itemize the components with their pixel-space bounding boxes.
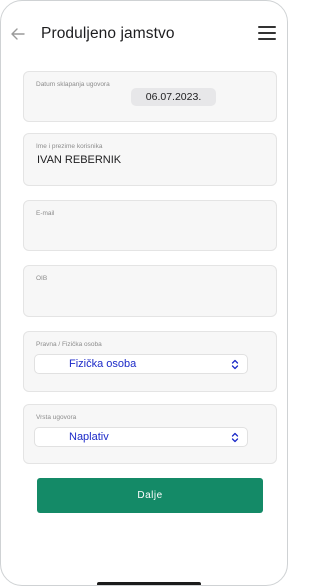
oib-label: OIB [36, 275, 48, 282]
contract-date-value: 06.07.2023. [145, 91, 202, 103]
user-name-label: Ime i prezime korisnika [36, 143, 103, 150]
user-name-field[interactable]: Ime i prezime korisnika IVAN REBERNIK [23, 133, 277, 186]
arrow-left-icon[interactable] [9, 25, 27, 43]
app-header: Produljeno jamstvo [1, 1, 287, 63]
date-picker[interactable]: 06.07.2023. [131, 88, 216, 106]
phone-frame: Produljeno jamstvo Datum sklapanja ugovo… [0, 0, 288, 586]
user-name-value: IVAN REBERNIK [37, 154, 122, 166]
oib-field[interactable]: OIB [23, 265, 277, 317]
hamburger-menu-icon[interactable] [258, 26, 276, 42]
contract-type-select[interactable]: Naplativ [34, 427, 248, 447]
email-label: E-mail [36, 210, 55, 217]
person-type-label: Pravna / Fizička osoba [36, 341, 102, 348]
contract-type-label: Vrsta ugovora [36, 414, 77, 421]
contract-date-label: Datum sklapanja ugovora [36, 81, 110, 88]
chevron-up-down-icon [231, 359, 239, 370]
page-title: Produljeno jamstvo [41, 25, 175, 42]
contract-type-selected: Naplativ [69, 431, 109, 443]
person-type-selected: Fizička osoba [69, 358, 137, 370]
next-button[interactable]: Dalje [37, 478, 263, 513]
home-indicator [97, 582, 201, 585]
contract-date-field[interactable]: Datum sklapanja ugovora 06.07.2023. [23, 71, 277, 122]
person-type-select[interactable]: Fizička osoba [34, 354, 248, 374]
chevron-up-down-icon [231, 432, 239, 443]
email-field[interactable]: E-mail [23, 200, 277, 251]
